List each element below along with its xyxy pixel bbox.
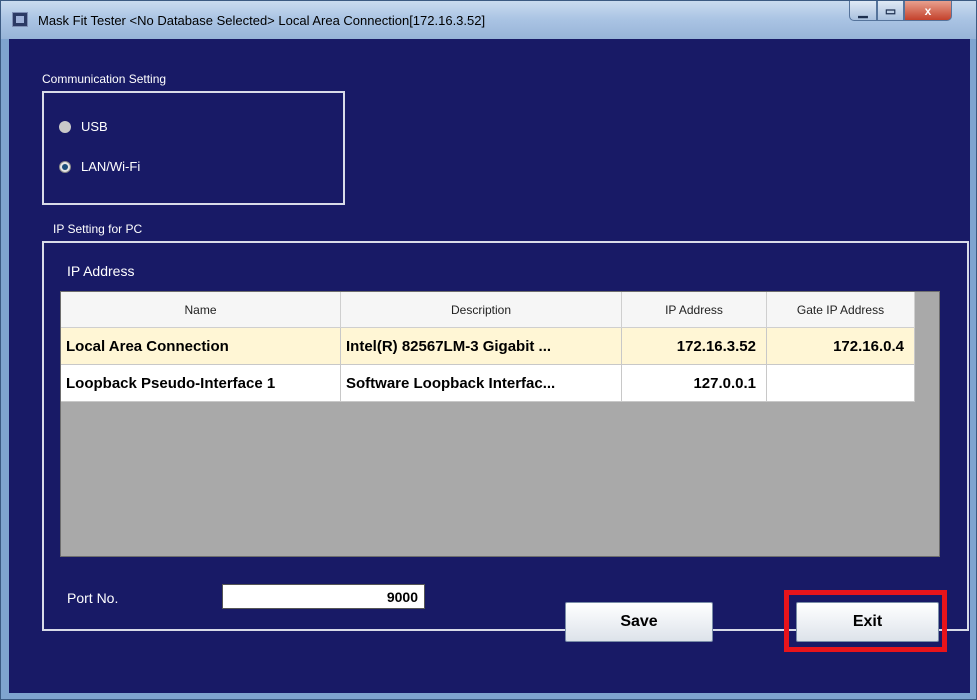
lan-wifi-radio-icon[interactable] bbox=[59, 160, 71, 173]
window-title: Mask Fit Tester <No Database Selected> L… bbox=[38, 13, 486, 28]
table-cell-ip-address: 127.0.0.1 bbox=[622, 365, 767, 402]
table-cell-ip-address: 172.16.3.52 bbox=[622, 328, 767, 365]
table-cell-description: Intel(R) 82567LM-3 Gigabit ... bbox=[341, 328, 622, 365]
communication-setting-label: Communication Setting bbox=[42, 72, 167, 86]
table-cell-gate-ip-address: 172.16.0.4 bbox=[767, 328, 915, 365]
ip-setting-label: IP Setting for PC bbox=[53, 222, 143, 236]
lan-wifi-radio-option[interactable]: LAN/Wi-Fi bbox=[59, 159, 140, 174]
app-icon bbox=[12, 12, 28, 27]
column-header-ip-address[interactable]: IP Address bbox=[622, 292, 767, 328]
usb-radio-icon[interactable] bbox=[59, 120, 71, 133]
close-button[interactable]: x bbox=[904, 1, 952, 21]
minimize-button[interactable]: ▁ bbox=[849, 1, 877, 21]
table-row[interactable]: Local Area Connection Intel(R) 82567LM-3… bbox=[61, 328, 915, 365]
column-header-name[interactable]: Name bbox=[61, 292, 341, 328]
exit-highlight-box bbox=[784, 590, 947, 652]
table-row[interactable]: Loopback Pseudo-Interface 1 Software Loo… bbox=[61, 365, 915, 402]
window-controls: ▁ ▭ x bbox=[849, 1, 952, 23]
table-header: Name Description IP Address Gate IP Addr… bbox=[61, 292, 915, 328]
table-cell-description: Software Loopback Interfac... bbox=[341, 365, 622, 402]
port-no-label: Port No. bbox=[67, 590, 119, 606]
column-header-description[interactable]: Description bbox=[341, 292, 622, 328]
title-bar[interactable]: Mask Fit Tester <No Database Selected> L… bbox=[1, 1, 976, 39]
table-scrollbar[interactable] bbox=[919, 292, 939, 556]
ip-address-label: IP Address bbox=[67, 263, 135, 279]
usb-radio-option[interactable]: USB bbox=[59, 119, 108, 134]
column-header-gate-ip-address[interactable]: Gate IP Address bbox=[767, 292, 915, 328]
network-adapter-table: Name Description IP Address Gate IP Addr… bbox=[60, 291, 940, 557]
app-window: Mask Fit Tester <No Database Selected> L… bbox=[0, 0, 977, 700]
port-no-input[interactable] bbox=[222, 584, 425, 609]
maximize-button[interactable]: ▭ bbox=[877, 1, 904, 21]
communication-setting-group bbox=[42, 91, 345, 205]
table-cell-name: Loopback Pseudo-Interface 1 bbox=[61, 365, 341, 402]
table-cell-name: Local Area Connection bbox=[61, 328, 341, 365]
table-cell-gate-ip-address bbox=[767, 365, 915, 402]
usb-radio-label: USB bbox=[81, 119, 108, 134]
save-button[interactable]: Save bbox=[565, 602, 713, 642]
lan-wifi-radio-label: LAN/Wi-Fi bbox=[81, 159, 141, 174]
